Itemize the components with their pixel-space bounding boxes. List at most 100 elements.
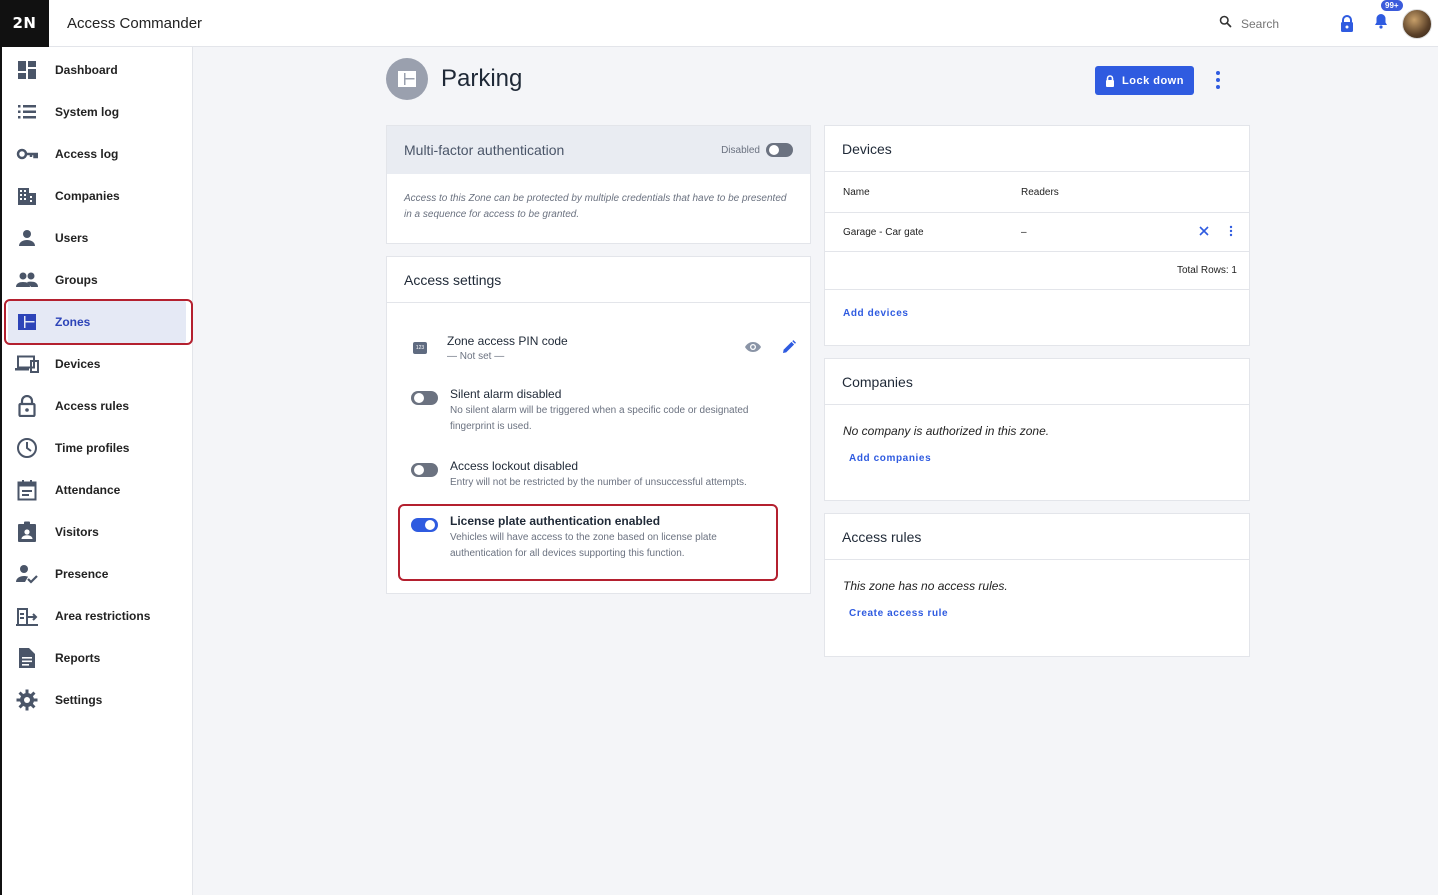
- row-more-icon[interactable]: [1229, 225, 1233, 240]
- building-icon: [15, 184, 39, 208]
- license-plate-toggle[interactable]: [411, 518, 438, 532]
- eye-icon[interactable]: [744, 340, 762, 359]
- devices-header: Devices: [825, 126, 1249, 172]
- device-name: Garage - Car gate: [843, 226, 924, 238]
- access-settings-header: Access settings: [387, 257, 810, 303]
- mfa-toggle[interactable]: [766, 143, 793, 157]
- silent-alarm-toggle[interactable]: [411, 391, 438, 405]
- sidebar-item-visitors[interactable]: Visitors: [2, 511, 192, 553]
- access-lockout-title: Access lockout disabled: [450, 459, 579, 473]
- bell-icon: [1374, 13, 1388, 34]
- sidebar-item-label: Settings: [55, 693, 103, 707]
- visitor-badge-icon: [15, 520, 39, 544]
- sidebar-item-devices[interactable]: Devices: [2, 343, 192, 385]
- clock-icon: [15, 436, 39, 460]
- column-header-readers[interactable]: Readers: [1021, 187, 1059, 198]
- sidebar-item-zones[interactable]: Zones: [8, 301, 186, 343]
- pin-pad-icon: 123: [413, 342, 427, 354]
- notifications-button[interactable]: 99+: [1374, 0, 1404, 34]
- sidebar-item-label: Attendance: [55, 483, 121, 497]
- mfa-status: Disabled: [721, 143, 793, 157]
- people-icon: [15, 268, 39, 292]
- total-rows: Total Rows: 1: [1176, 265, 1237, 276]
- sidebar-item-label: Zones: [55, 315, 91, 329]
- gear-icon: [15, 688, 39, 712]
- silent-alarm-title: Silent alarm disabled: [450, 387, 562, 401]
- devices-table-footer: Total Rows: 1: [825, 252, 1249, 290]
- list-icon: [15, 100, 39, 124]
- sidebar-item-label: Reports: [55, 651, 101, 665]
- sidebar-item-presence[interactable]: Presence: [2, 553, 192, 595]
- sidebar-item-dashboard[interactable]: Dashboard: [2, 49, 192, 91]
- silent-alarm-setting: Silent alarm disabled No silent alarm wi…: [411, 387, 781, 435]
- search-icon[interactable]: [1218, 14, 1233, 34]
- sidebar-item-label: Groups: [55, 273, 98, 287]
- companies-header: Companies: [825, 359, 1249, 405]
- sidebar-item-system-log[interactable]: System log: [2, 91, 192, 133]
- access-rules-title: Access rules: [842, 528, 922, 545]
- access-lockout-description: Entry will not be restricted by the numb…: [450, 477, 747, 488]
- access-lockout-toggle[interactable]: [411, 463, 438, 477]
- create-access-rule-button[interactable]: Create access rule: [849, 608, 948, 619]
- sidebar-item-access-rules[interactable]: Access rules: [2, 385, 192, 427]
- zones-icon: [15, 310, 39, 334]
- sidebar-item-users[interactable]: Users: [2, 217, 192, 259]
- top-bar: 2N Access Commander 99+: [0, 0, 1438, 47]
- sidebar-item-time-profiles[interactable]: Time profiles: [2, 427, 192, 469]
- companies-title: Companies: [842, 373, 913, 390]
- lock-down-button[interactable]: Lock down: [1095, 66, 1194, 95]
- app-logo[interactable]: 2N: [0, 0, 49, 47]
- access-rules-empty-message: This zone has no access rules.: [843, 579, 1008, 593]
- sidebar-item-label: Dashboard: [55, 63, 118, 77]
- search-box[interactable]: [1218, 14, 1328, 34]
- key-icon: [15, 142, 39, 166]
- license-plate-title: License plate authentication enabled: [450, 514, 661, 528]
- search-input[interactable]: [1241, 16, 1311, 31]
- user-avatar[interactable]: [1402, 8, 1432, 39]
- devices-icon: [15, 352, 39, 376]
- companies-empty-message: No company is authorized in this zone.: [843, 424, 1050, 438]
- top-right-tools: 99+: [1218, 0, 1438, 47]
- silent-alarm-description: No silent alarm will be triggered when a…: [450, 405, 749, 432]
- person-check-icon: [15, 562, 39, 586]
- sidebar-item-label: Access rules: [55, 399, 130, 413]
- sidebar-item-attendance[interactable]: Attendance: [2, 469, 192, 511]
- pin-title: Zone access PIN code: [447, 334, 568, 348]
- mfa-description: Access to this Zone can be protected by …: [404, 193, 787, 220]
- sidebar-item-groups[interactable]: Groups: [2, 259, 192, 301]
- app-title: Access Commander: [67, 14, 203, 32]
- lock-icon[interactable]: [1340, 15, 1354, 32]
- sidebar-item-label: Area restrictions: [55, 609, 151, 623]
- page-title: Parking: [441, 65, 523, 92]
- table-row[interactable]: Garage - Car gate –: [825, 213, 1249, 252]
- license-plate-setting: License plate authentication enabled Veh…: [411, 514, 751, 562]
- access-settings-card: Access settings 123 Zone access PIN code…: [386, 256, 811, 594]
- more-options-button[interactable]: [1210, 68, 1226, 92]
- sidebar-item-access-log[interactable]: Access log: [2, 133, 192, 175]
- sidebar-item-label: Devices: [55, 357, 101, 371]
- device-readers: –: [1021, 226, 1027, 238]
- pin-actions: [744, 340, 796, 359]
- mfa-header: Multi-factor authentication Disabled: [387, 126, 810, 174]
- dashboard-icon: [15, 58, 39, 82]
- sidebar-item-label: Time profiles: [55, 441, 130, 455]
- notification-badge: 99+: [1380, 0, 1404, 12]
- edit-pencil-icon[interactable]: [782, 340, 796, 359]
- pin-value: — Not set —: [447, 351, 505, 362]
- devices-title: Devices: [842, 140, 892, 157]
- sidebar-item-companies[interactable]: Companies: [2, 175, 192, 217]
- sidebar-item-settings[interactable]: Settings: [2, 679, 192, 721]
- companies-card: Companies No company is authorized in th…: [824, 358, 1250, 501]
- mfa-title: Multi-factor authentication: [404, 142, 565, 158]
- devices-table-header: Name Readers: [825, 172, 1249, 213]
- sidebar-item-area-restrictions[interactable]: Area restrictions: [2, 595, 192, 637]
- remove-icon[interactable]: [1199, 225, 1209, 239]
- access-rules-header: Access rules: [825, 514, 1249, 560]
- mfa-status-label: Disabled: [721, 144, 760, 156]
- add-companies-button[interactable]: Add companies: [849, 453, 931, 464]
- sidebar-item-reports[interactable]: Reports: [2, 637, 192, 679]
- area-icon: [15, 604, 39, 628]
- add-devices-button[interactable]: Add devices: [843, 308, 909, 319]
- column-header-name[interactable]: Name: [843, 187, 1021, 198]
- sidebar: Dashboard System log Access log Companie…: [0, 47, 193, 895]
